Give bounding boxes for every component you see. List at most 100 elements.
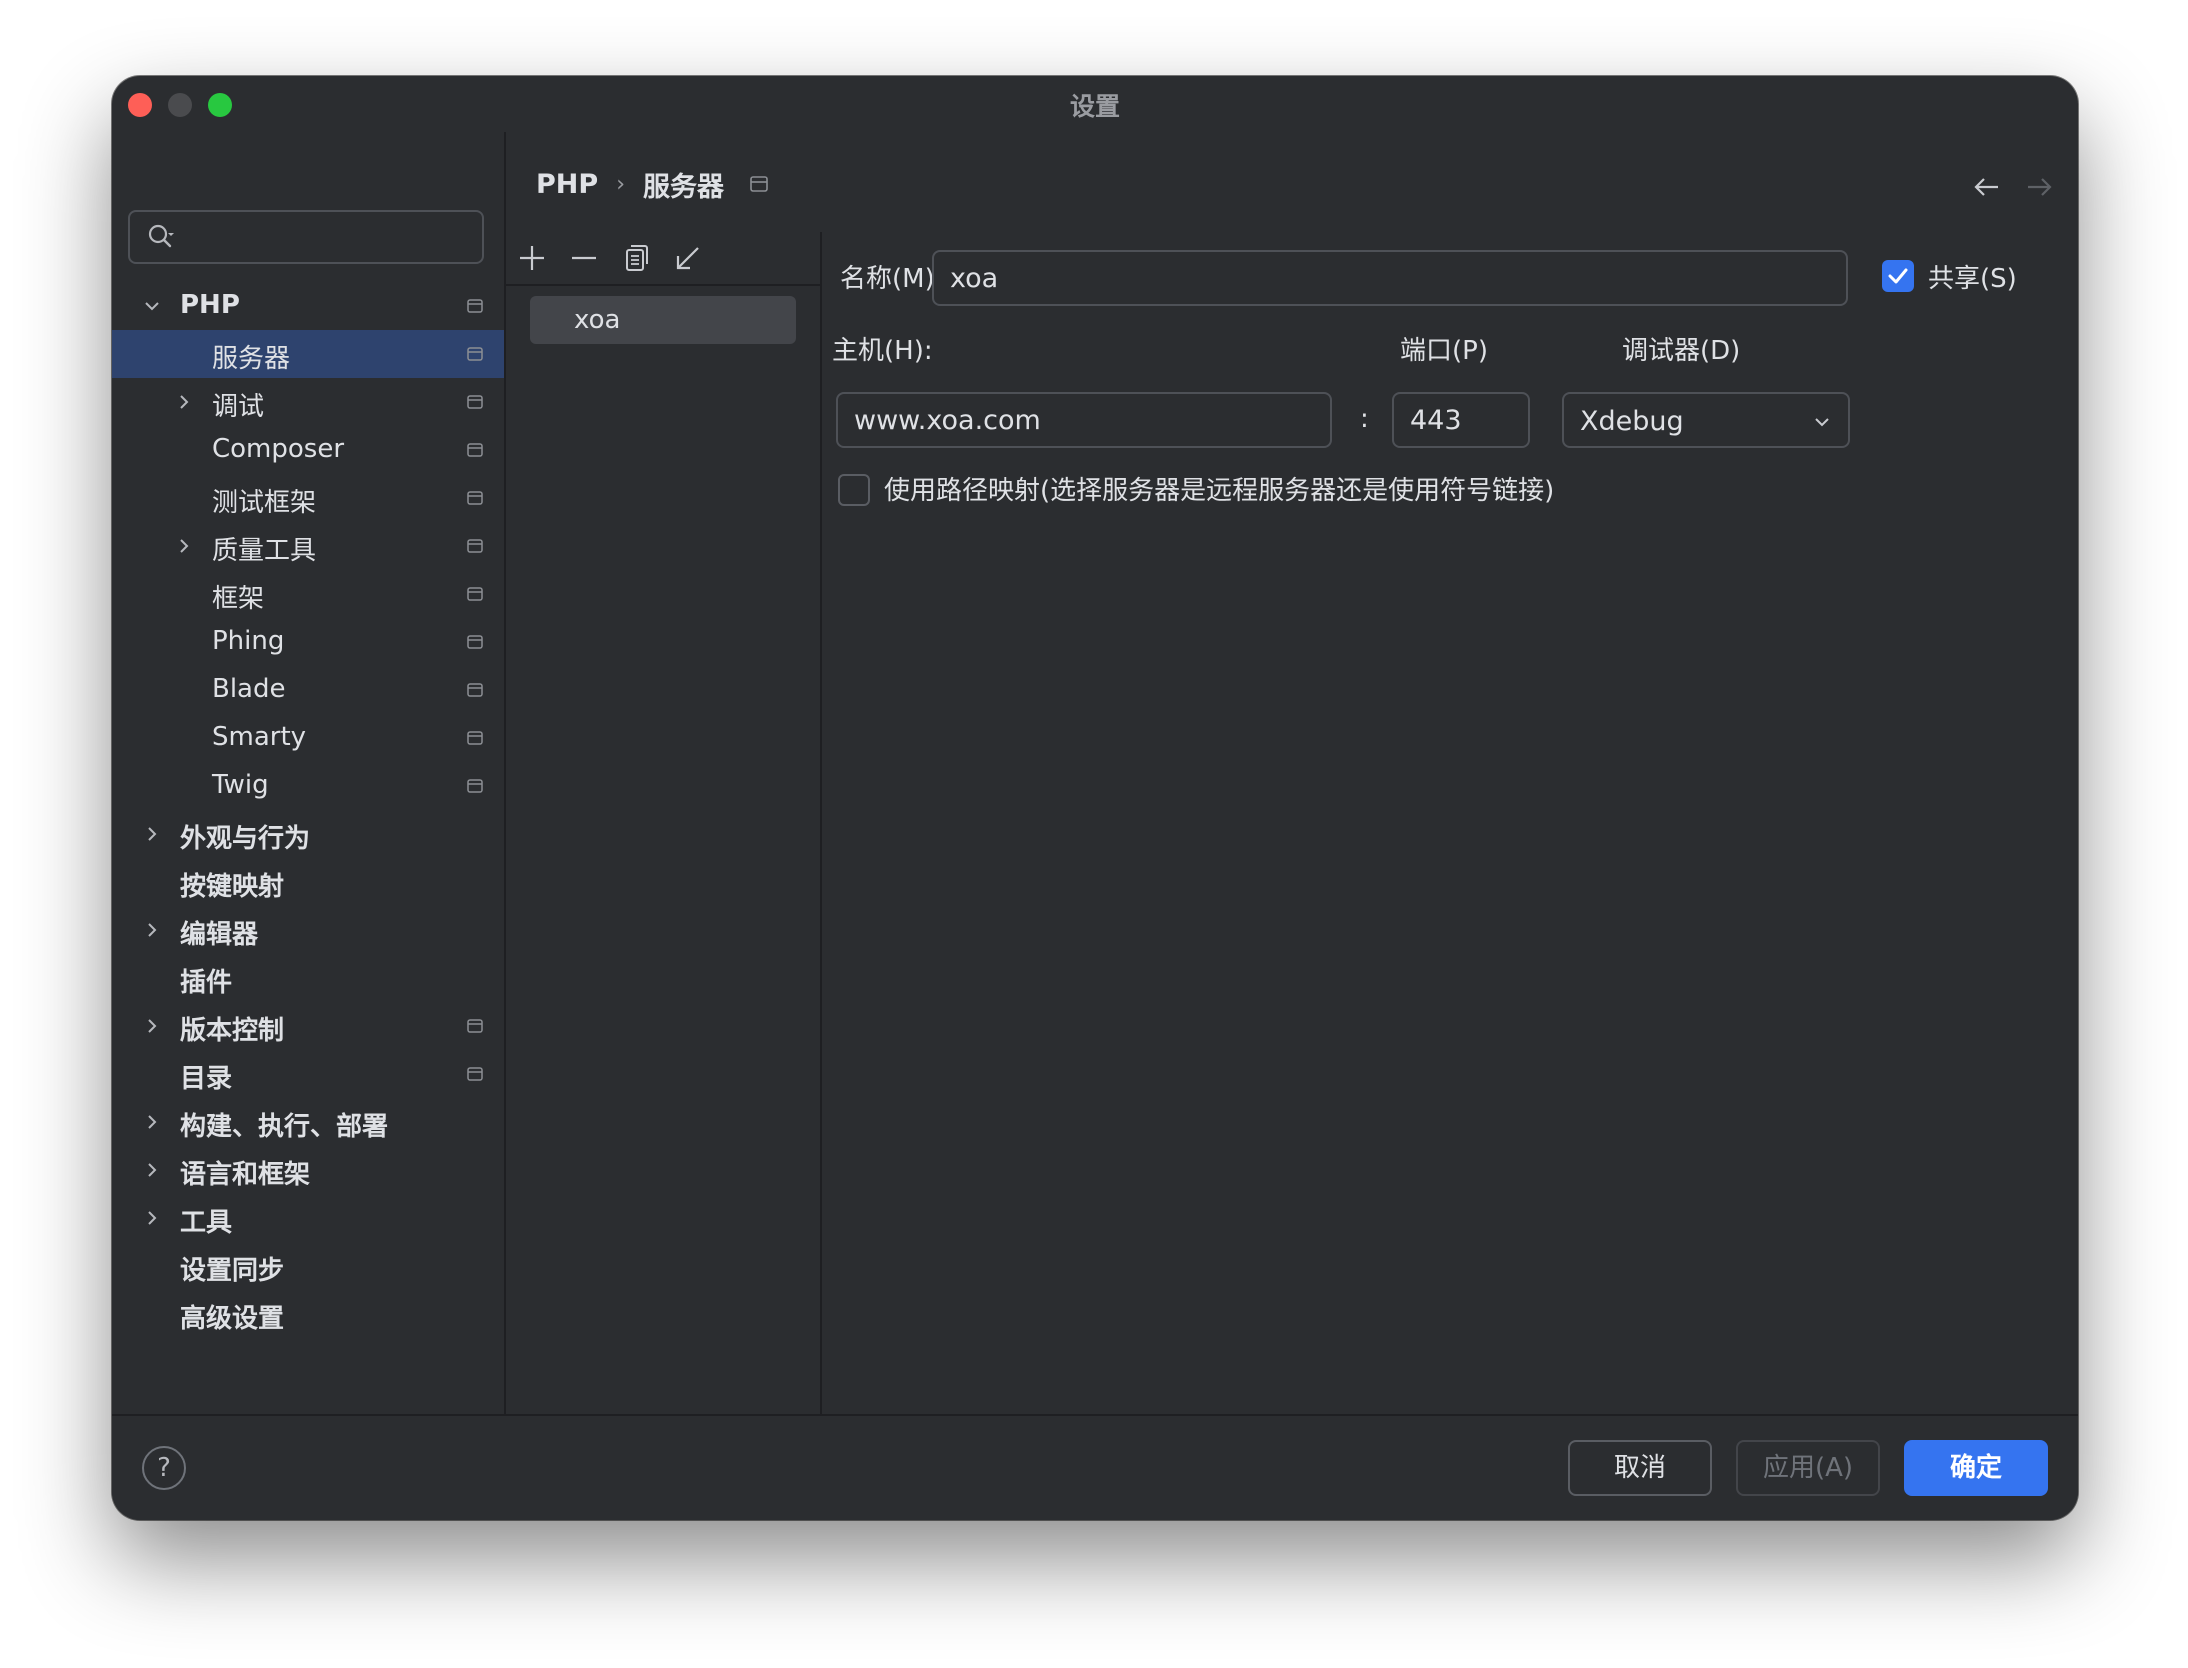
add-icon[interactable] — [516, 242, 548, 274]
sidebar-item-label: 目录 — [180, 1064, 233, 1094]
breadcrumb-parent[interactable]: PHP — [536, 169, 598, 200]
shared-label[interactable]: 共享(S) — [1928, 258, 2017, 295]
sidebar-item-label: 版本控制 — [180, 1016, 285, 1046]
debugger-select[interactable]: Xdebug — [1562, 392, 1850, 448]
server-list-toolbar — [506, 232, 820, 286]
history-navigation — [1972, 172, 2054, 202]
remove-icon[interactable] — [568, 242, 600, 274]
sidebar-item-label: 工具 — [180, 1208, 233, 1238]
project-scope-icon — [467, 635, 483, 649]
server-list-panel: xoa — [506, 232, 822, 1414]
sidebar-item[interactable]: 目录 — [112, 1050, 504, 1098]
project-scope-icon — [467, 587, 483, 601]
copy-icon[interactable] — [620, 242, 652, 274]
chevron-right-icon[interactable] — [142, 1112, 162, 1132]
sidebar-item-label: 外观与行为 — [180, 824, 311, 854]
sidebar-item[interactable]: 调试 — [112, 378, 504, 426]
sidebar-item[interactable]: Twig — [112, 762, 504, 810]
sidebar-item-label: Composer — [212, 434, 345, 464]
chevron-right-icon[interactable] — [174, 392, 194, 412]
server-form: 名称(M): 共享(S) 主机(H): 端口(P) 调试器(D) : Xdebu… — [822, 232, 2078, 1414]
debugger-select-value: Xdebug — [1580, 406, 1684, 437]
sidebar-item-label: 按键映射 — [180, 872, 285, 902]
port-label: 端口(P) — [1400, 336, 1488, 366]
project-scope-icon — [467, 779, 483, 793]
import-icon[interactable] — [672, 242, 704, 274]
port-input[interactable] — [1392, 392, 1530, 448]
apply-button[interactable]: 应用(A) — [1736, 1440, 1880, 1496]
sidebar-item-label: 编辑器 — [180, 920, 259, 950]
path-mapping-label[interactable]: 使用路径映射(选择服务器是远程服务器还是使用符号链接) — [884, 470, 1554, 507]
search-icon[interactable] — [146, 222, 176, 252]
server-list-item-label: xoa — [574, 305, 621, 335]
chevron-right-icon[interactable] — [142, 824, 162, 844]
chevron-right-icon[interactable] — [142, 920, 162, 940]
sidebar-item-label: 调试 — [212, 392, 265, 422]
path-mapping-checkbox[interactable] — [838, 474, 870, 506]
sidebar-item[interactable]: 语言和框架 — [112, 1146, 504, 1194]
sidebar-item[interactable]: 编辑器 — [112, 906, 504, 954]
chevron-down-icon — [1815, 418, 1829, 427]
sidebar-item[interactable]: Composer — [112, 426, 504, 474]
sidebar-item-label: PHP — [180, 290, 240, 320]
sidebar-item-label: 测试框架 — [212, 488, 317, 518]
sidebar-item[interactable]: 框架 — [112, 570, 504, 618]
name-label: 名称(M): — [840, 264, 944, 294]
sidebar-item[interactable]: 高级设置 — [112, 1290, 504, 1338]
sidebar-item-label: Twig — [212, 770, 269, 800]
sidebar-item-label: Smarty — [212, 722, 307, 752]
sidebar-item[interactable]: 工具 — [112, 1194, 504, 1242]
cancel-button[interactable]: 取消 — [1568, 1440, 1712, 1496]
ok-button[interactable]: 确定 — [1904, 1440, 2048, 1496]
sidebar-item[interactable]: 版本控制 — [112, 1002, 504, 1050]
chevron-right-icon[interactable] — [142, 1160, 162, 1180]
project-scope-icon — [467, 443, 483, 457]
project-scope-icon — [467, 395, 483, 409]
server-list-item[interactable]: xoa — [530, 296, 796, 344]
sidebar-item[interactable]: 服务器 — [112, 330, 504, 378]
checkmark-icon — [1888, 268, 1908, 284]
settings-search-input[interactable] — [128, 210, 484, 264]
host-input[interactable] — [836, 392, 1332, 448]
sidebar-item-label: Blade — [212, 674, 286, 704]
project-scope-icon — [467, 347, 483, 361]
breadcrumb: PHP › 服务器 — [536, 164, 768, 204]
sidebar-item[interactable]: Phing — [112, 618, 504, 666]
project-scope-icon — [467, 539, 483, 553]
project-scope-icon — [467, 683, 483, 697]
chevron-right-icon[interactable] — [174, 536, 194, 556]
sidebar-item[interactable]: 设置同步 — [112, 1242, 504, 1290]
project-scope-icon — [467, 491, 483, 505]
sidebar-item[interactable]: 构建、执行、部署 — [112, 1098, 504, 1146]
sidebar-item-label: 框架 — [212, 584, 265, 614]
back-arrow-icon[interactable] — [1972, 172, 2002, 202]
sidebar-item[interactable]: Smarty — [112, 714, 504, 762]
sidebar-item-label: 高级设置 — [180, 1304, 285, 1334]
project-scope-icon — [467, 1067, 483, 1081]
sidebar-item[interactable]: Blade — [112, 666, 504, 714]
project-scope-icon — [750, 176, 768, 192]
sidebar-item-label: 服务器 — [212, 344, 291, 374]
forward-arrow-icon[interactable] — [2024, 172, 2054, 202]
debugger-label: 调试器(D) — [1622, 336, 1741, 366]
sidebar-item[interactable]: 外观与行为 — [112, 810, 504, 858]
project-scope-icon — [467, 1019, 483, 1033]
chevron-right-icon[interactable] — [142, 1016, 162, 1036]
sidebar-item[interactable]: 质量工具 — [112, 522, 504, 570]
title-bar: 设置 — [112, 76, 2078, 132]
shared-checkbox[interactable] — [1882, 260, 1914, 292]
chevron-down-icon[interactable] — [142, 296, 162, 316]
host-label: 主机(H): — [832, 336, 933, 366]
host-port-separator: : — [1360, 404, 1369, 434]
help-button[interactable]: ? — [142, 1446, 186, 1490]
breadcrumb-separator: › — [616, 171, 625, 197]
sidebar-item[interactable]: 插件 — [112, 954, 504, 1002]
sidebar-item[interactable]: 测试框架 — [112, 474, 504, 522]
sidebar-item[interactable]: PHP — [112, 282, 504, 330]
settings-sidebar: PHP 服务器调试 Composer 测试框架质量工具框架 Phing Blade Smar… — [112, 132, 506, 1414]
name-input[interactable] — [932, 250, 1848, 306]
sidebar-item[interactable]: 按键映射 — [112, 858, 504, 906]
chevron-right-icon[interactable] — [142, 1208, 162, 1228]
sidebar-item-label: 设置同步 — [180, 1256, 285, 1286]
sidebar-item-label: 插件 — [180, 968, 233, 998]
